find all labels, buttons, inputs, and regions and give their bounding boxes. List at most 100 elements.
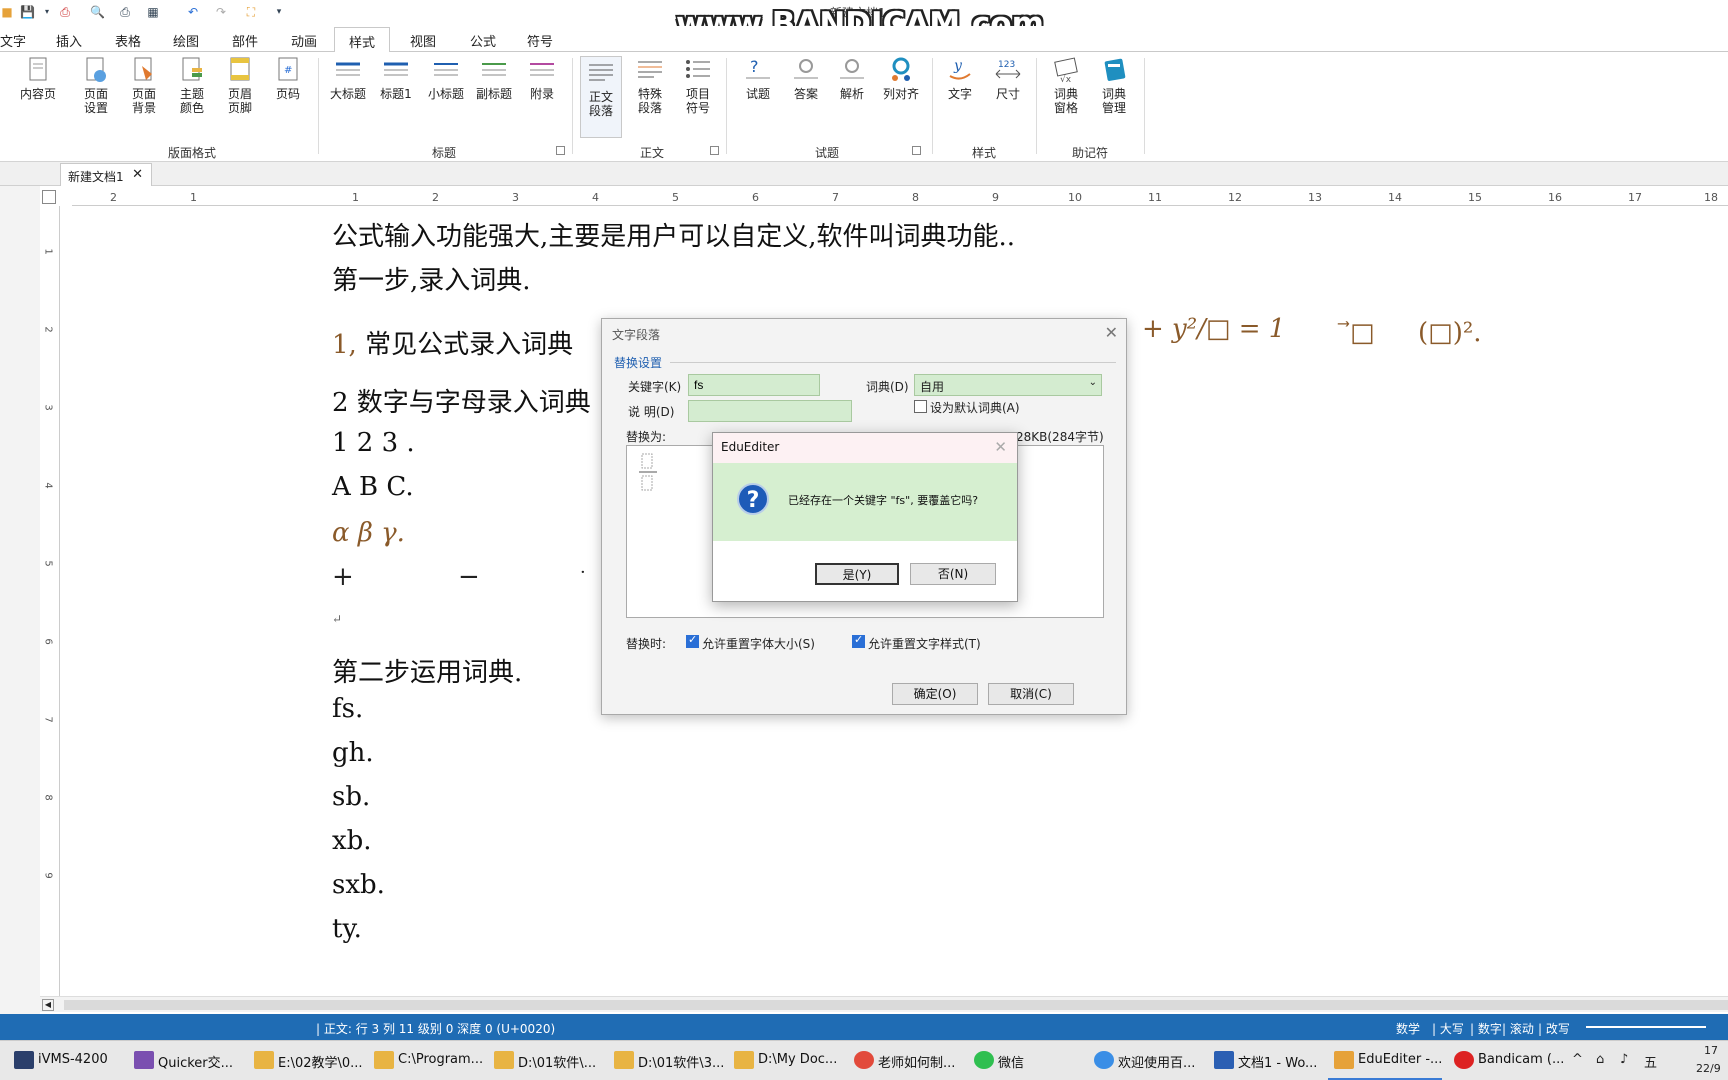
scroll-thumb[interactable] bbox=[64, 1000, 1728, 1010]
undo-icon[interactable]: ↶ bbox=[186, 5, 200, 19]
cancel-button[interactable]: 取消(C) bbox=[988, 683, 1074, 705]
vertical-ruler[interactable]: 1 2 3 4 5 6 7 8 9 bbox=[40, 206, 60, 1000]
item-symbol-button[interactable]: 项目 符号 bbox=[680, 56, 716, 115]
clock-time[interactable]: 17 bbox=[1704, 1044, 1718, 1057]
keyword-input[interactable] bbox=[688, 374, 820, 396]
tab-table[interactable]: 表格 bbox=[115, 31, 141, 50]
taskbar-item[interactable]: Bandicam (... bbox=[1448, 1041, 1564, 1080]
subtitle-button[interactable]: 副标题 bbox=[474, 56, 514, 101]
text-style-button[interactable]: y 文字 bbox=[942, 56, 978, 101]
special-paragraph-button[interactable]: 特殊 段落 bbox=[632, 56, 668, 115]
dialog-launcher-icon[interactable] bbox=[556, 146, 565, 155]
appendix-button[interactable]: 附录 bbox=[524, 56, 560, 101]
size-button[interactable]: 123 尺寸 bbox=[990, 56, 1026, 101]
page-number-button[interactable]: # 页码 bbox=[270, 56, 306, 101]
scroll-left-icon[interactable]: ◀ bbox=[42, 999, 54, 1011]
taskbar-item[interactable]: 文档1 - Wo... bbox=[1208, 1041, 1317, 1080]
doc-line-1: 公式输入功能强大,主要是用户可以自定义,软件叫词典功能.. bbox=[332, 222, 1016, 252]
text-style-option-label: 允许重置文字样式(T) bbox=[868, 637, 981, 651]
dictionary-select[interactable]: 自用 ⌄ bbox=[914, 374, 1102, 396]
volume-icon[interactable]: ♪ bbox=[1620, 1052, 1628, 1067]
taskbar-item[interactable]: Quicker交... bbox=[128, 1041, 233, 1080]
app-icon[interactable]: ■ bbox=[0, 5, 14, 19]
big-title-button[interactable]: 大标题 bbox=[328, 56, 368, 101]
taskbar-item[interactable]: D:\My Doc... bbox=[728, 1041, 837, 1080]
save-icon[interactable]: 💾 bbox=[20, 5, 35, 19]
close-icon[interactable]: ✕ bbox=[1105, 323, 1118, 342]
analysis-button[interactable]: 解析 bbox=[834, 56, 870, 101]
taskbar-item[interactable]: D:\01软件\3... bbox=[608, 1041, 724, 1080]
tab-symbol[interactable]: 符号 bbox=[527, 31, 553, 50]
title1-button[interactable]: 标题1 bbox=[378, 56, 414, 101]
tab-style[interactable]: 样式 bbox=[334, 27, 391, 53]
network-icon[interactable]: ⌂ bbox=[1596, 1052, 1604, 1067]
customize-icon[interactable]: ▾ bbox=[272, 5, 286, 19]
horizontal-scrollbar[interactable]: ◀ bbox=[40, 996, 1728, 1012]
fullscreen-icon[interactable]: ⛶ bbox=[244, 5, 258, 19]
dictionary-manage-button[interactable]: 词典 管理 bbox=[1094, 56, 1134, 115]
yes-button[interactable]: 是(Y) bbox=[815, 563, 899, 585]
default-dictionary-checkbox[interactable] bbox=[914, 400, 927, 413]
redo-icon[interactable]: ↷ bbox=[214, 5, 228, 19]
taskbar-item[interactable]: E:\02教学\0... bbox=[248, 1041, 363, 1080]
no-button[interactable]: 否(N) bbox=[910, 563, 996, 585]
column-align-button[interactable]: 列对齐 bbox=[880, 56, 922, 101]
taskbar-item[interactable]: 微信 bbox=[968, 1041, 1024, 1080]
tab-parts[interactable]: 部件 bbox=[232, 31, 258, 50]
horizontal-ruler[interactable]: 2 1 1 2 3 4 5 6 7 8 9 10 11 12 13 14 15 … bbox=[72, 188, 1728, 206]
taskbar-item[interactable]: iVMS-4200 bbox=[8, 1041, 108, 1080]
tab-formula[interactable]: 公式 bbox=[470, 31, 496, 50]
big-title-icon bbox=[334, 56, 362, 84]
tab-document[interactable]: 新建文档1 ✕ bbox=[60, 163, 152, 186]
list-icon bbox=[684, 56, 712, 84]
ime-indicator[interactable]: 五 bbox=[1644, 1052, 1657, 1071]
taskbar-item[interactable]: D:\01软件\... bbox=[488, 1041, 596, 1080]
tab-draw[interactable]: 绘图 bbox=[173, 31, 199, 50]
quicker-icon bbox=[134, 1051, 154, 1069]
size-info: 28KB(284字节) bbox=[1016, 430, 1104, 444]
clock-date[interactable]: 22/9 bbox=[1696, 1062, 1721, 1075]
separator bbox=[726, 58, 727, 154]
text-style-checkbox[interactable] bbox=[852, 633, 865, 648]
dialog-launcher-icon[interactable] bbox=[912, 146, 921, 155]
group-question: 试题 bbox=[815, 146, 840, 160]
taskbar-item[interactable]: 欢迎使用百... bbox=[1088, 1041, 1195, 1080]
close-icon[interactable]: ✕ bbox=[132, 167, 143, 182]
tab-insert[interactable]: 插入 bbox=[56, 31, 82, 50]
close-icon[interactable]: ✕ bbox=[994, 438, 1007, 456]
font-size-option-label: 允许重置字体大小(S) bbox=[702, 637, 815, 651]
theme-color-button[interactable]: 主题 颜色 bbox=[174, 56, 210, 115]
print-icon[interactable]: ⎙ bbox=[118, 5, 132, 19]
body-paragraph-button[interactable]: 正文 段落 bbox=[580, 56, 622, 138]
content-page-button[interactable]: 内容页 bbox=[18, 56, 58, 101]
chevron-up-icon[interactable]: ^ bbox=[1572, 1052, 1583, 1067]
tab-stop-selector[interactable] bbox=[42, 190, 56, 204]
status-caps: | 大写 bbox=[1432, 1022, 1464, 1036]
taskbar-item[interactable]: 老师如何制... bbox=[848, 1041, 955, 1080]
tab-animation[interactable]: 动画 bbox=[291, 31, 317, 50]
zoom-slider[interactable] bbox=[1586, 1026, 1706, 1028]
page-background-button[interactable]: 页面 背景 bbox=[126, 56, 162, 115]
pdf-icon[interactable]: ⎙ bbox=[58, 5, 72, 19]
dialog-launcher-icon[interactable] bbox=[710, 146, 719, 155]
title1-icon bbox=[382, 56, 410, 84]
header-footer-button[interactable]: 页眉 页脚 bbox=[222, 56, 258, 115]
tab-view[interactable]: 视图 bbox=[410, 31, 436, 50]
svg-text:√x: √x bbox=[1060, 74, 1072, 84]
doc-line-3: 1, 常见公式录入词典 bbox=[332, 330, 574, 360]
format-icon[interactable]: ▦ bbox=[146, 5, 160, 19]
dropdown-icon[interactable]: ▾ bbox=[40, 5, 54, 19]
answer-button[interactable]: 答案 bbox=[788, 56, 824, 101]
question-button[interactable]: ? 试题 bbox=[740, 56, 776, 101]
tab-text[interactable]: 文字 bbox=[0, 31, 26, 50]
font-size-checkbox[interactable] bbox=[686, 633, 699, 648]
group-mnemonic: 助记符 bbox=[1072, 146, 1109, 160]
print-preview-icon[interactable]: 🔍 bbox=[90, 5, 105, 19]
page-setup-button[interactable]: 页面 设置 bbox=[78, 56, 114, 115]
taskbar-item[interactable]: C:\Program... bbox=[368, 1041, 483, 1080]
ok-button[interactable]: 确定(O) bbox=[892, 683, 978, 705]
dictionary-window-button[interactable]: √x 词典 窗格 bbox=[1046, 56, 1086, 115]
taskbar-item-active[interactable]: EduEditer -... bbox=[1328, 1041, 1443, 1080]
small-title-button[interactable]: 小标题 bbox=[426, 56, 466, 101]
description-input[interactable] bbox=[688, 400, 852, 422]
